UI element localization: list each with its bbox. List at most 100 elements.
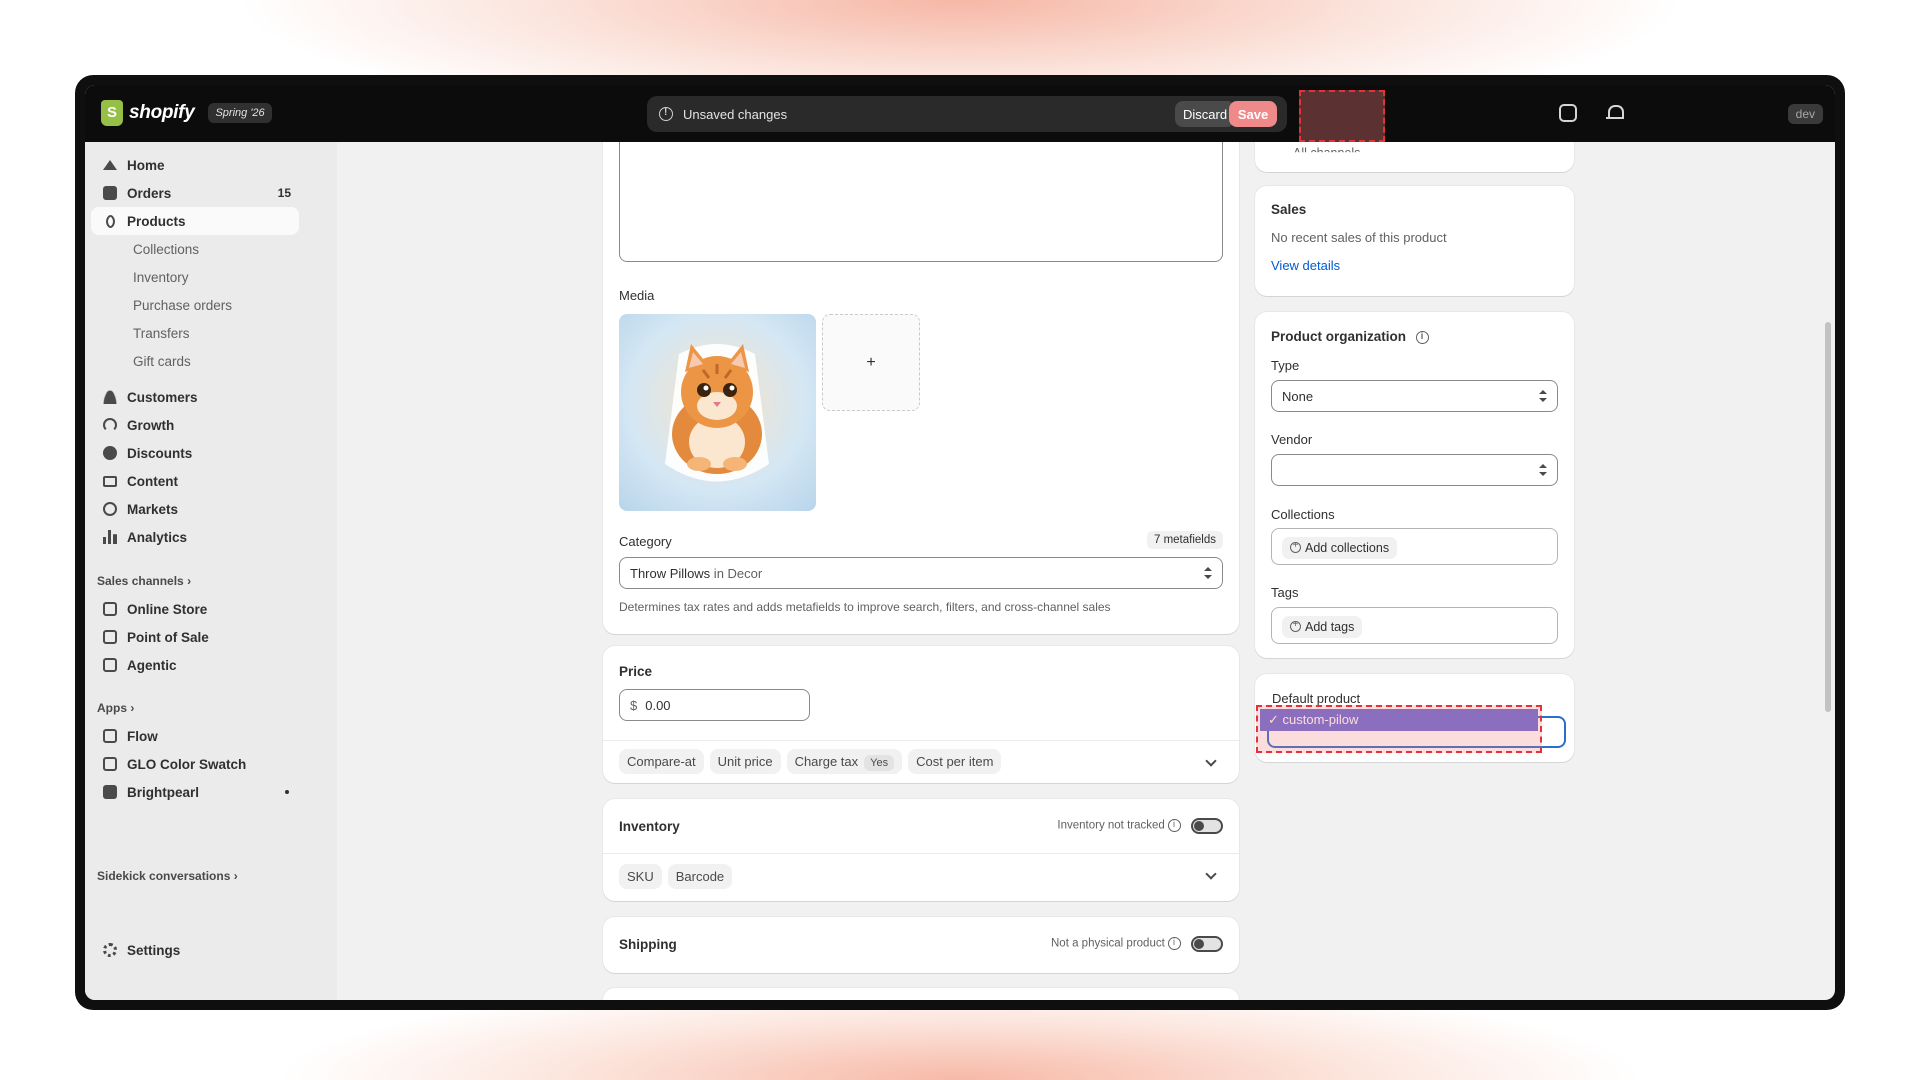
media-label: Media: [619, 288, 655, 303]
dropdown-option-highlight: [1256, 705, 1542, 753]
swatch-app-icon: [103, 757, 117, 771]
sidebar-item-discounts[interactable]: Discounts: [91, 439, 299, 467]
add-collections-chip[interactable]: Add collections: [1282, 537, 1398, 559]
bell-icon[interactable]: [1605, 104, 1624, 122]
physical-product-toggle[interactable]: [1191, 936, 1223, 952]
sidebar-item-glo-color-swatch[interactable]: GLO Color Swatch: [91, 750, 299, 778]
sidebar-item-analytics[interactable]: Analytics: [91, 523, 299, 551]
cost-per-item-pill[interactable]: Cost per item: [908, 749, 1002, 774]
sidebar-item-online-store[interactable]: Online Store: [91, 595, 299, 623]
sidebar-subitem-inventory[interactable]: Inventory: [91, 263, 299, 291]
channels-label: All channels: [1293, 146, 1361, 160]
store-badge[interactable]: dev: [1787, 104, 1823, 124]
info-icon[interactable]: [1415, 330, 1429, 344]
vendor-select[interactable]: [1271, 454, 1558, 486]
divider: [603, 740, 1239, 741]
scrollbar[interactable]: [1825, 322, 1831, 712]
next-card-partial: [603, 988, 1239, 1000]
gear-icon: [103, 943, 117, 957]
view-details-link[interactable]: View details: [1271, 258, 1340, 273]
collections-field[interactable]: Add collections: [1271, 528, 1558, 565]
inventory-tracking-toggle[interactable]: [1191, 818, 1223, 834]
sidebar-item-agentic[interactable]: Agentic: [91, 651, 299, 679]
chevron-right-icon: ›: [187, 574, 192, 588]
chevron-down-icon[interactable]: [1205, 755, 1217, 767]
section-label: Sidekick conversations: [97, 869, 231, 883]
info-icon[interactable]: [1168, 937, 1181, 950]
shipping-status: Not a physical product: [1051, 937, 1181, 950]
publishing-card-partial: All channels: [1255, 142, 1574, 172]
sidebar-item-home[interactable]: Home: [91, 151, 299, 179]
sidebar-item-growth[interactable]: Growth: [91, 411, 299, 439]
sales-channels-heading[interactable]: Sales channels ›: [97, 574, 191, 588]
sidebar-item-label: Orders: [127, 185, 172, 201]
category-select[interactable]: Throw Pillows in Decor: [619, 557, 1223, 589]
unit-price-pill[interactable]: Unit price: [709, 749, 781, 774]
sidebar-item-content[interactable]: Content: [91, 467, 299, 495]
apps-heading[interactable]: Apps ›: [97, 701, 134, 715]
sidebar-subitem-collections[interactable]: Collections: [91, 235, 299, 263]
sku-pill[interactable]: SKU: [619, 864, 662, 889]
metafields-badge[interactable]: 7 metafields: [1146, 531, 1223, 549]
store-icon[interactable]: [1559, 104, 1577, 122]
sidebar-item-point-of-sale[interactable]: Point of Sale: [91, 623, 299, 651]
add-media-button[interactable]: +: [822, 314, 920, 411]
add-tags-chip[interactable]: Add tags: [1282, 616, 1363, 638]
plus-circle-icon: [1290, 540, 1301, 553]
product-organization-title: Product organization: [1271, 329, 1429, 344]
sidebar-item-orders[interactable]: Orders 15: [91, 179, 299, 207]
sidebar-item-flow[interactable]: Flow: [91, 722, 299, 750]
type-value: None: [1282, 388, 1314, 404]
sidebar-item-label: Growth: [127, 417, 175, 433]
sidebar-subitem-transfers[interactable]: Transfers: [91, 319, 299, 347]
category-label: Category: [619, 534, 672, 549]
sales-empty-text: No recent sales of this product: [1271, 230, 1447, 245]
type-label: Type: [1271, 358, 1300, 373]
sidebar-item-label: Online Store: [127, 601, 208, 617]
description-editor[interactable]: [619, 142, 1223, 262]
tags-field[interactable]: Add tags: [1271, 607, 1558, 644]
price-options-row: Compare-at Unit price Charge tax Yes Cost pe…: [619, 749, 1007, 774]
discard-button[interactable]: Discard: [1175, 101, 1235, 127]
tag-icon: [102, 213, 119, 229]
agentic-icon: [103, 658, 117, 672]
shipping-card: Shipping Not a physical product: [603, 917, 1239, 973]
inventory-status: Inventory not tracked: [1057, 819, 1181, 832]
category-help-text: Determines tax rates and adds metafields…: [619, 600, 1111, 614]
price-input[interactable]: $ 0.00: [619, 689, 810, 721]
charge-tax-value: Yes: [864, 755, 895, 771]
sidebar: Home Orders 15 Products Collections Inve…: [85, 142, 337, 1000]
browser-frame: shopify Spring '26 Unsaved changes Disca…: [75, 75, 1845, 1010]
type-select[interactable]: None: [1271, 380, 1558, 412]
person-icon: [103, 390, 117, 404]
sidebar-subitem-purchase-orders[interactable]: Purchase orders: [91, 291, 299, 319]
compare-at-pill[interactable]: Compare-at: [619, 749, 704, 774]
inventory-card: Inventory Inventory not tracked SKUBarco…: [603, 799, 1239, 901]
chevron-down-icon[interactable]: [1205, 868, 1217, 880]
top-bar: shopify Spring '26 Unsaved changes Disca…: [85, 85, 1835, 142]
sidebar-item-markets[interactable]: Markets: [91, 495, 299, 523]
sidebar-subitem-label: Transfers: [133, 325, 190, 341]
sidebar-subitem-label: Purchase orders: [133, 297, 233, 313]
sidebar-item-brightpearl[interactable]: Brightpearl: [91, 778, 299, 806]
sidebar-item-customers[interactable]: Customers: [91, 383, 299, 411]
info-icon[interactable]: [1168, 819, 1181, 832]
sidekick-conversations-heading[interactable]: Sidekick conversations ›: [97, 869, 238, 883]
unread-dot: [285, 790, 289, 794]
sidebar-item-products[interactable]: Products: [91, 207, 299, 235]
sidebar-item-label: Discounts: [127, 445, 193, 461]
sidebar-subitem-label: Collections: [133, 241, 200, 257]
product-organization-title-text: Product organization: [1271, 329, 1406, 344]
product-image-thumbnail[interactable]: [619, 314, 816, 511]
barcode-pill[interactable]: Barcode: [667, 864, 733, 889]
charge-tax-pill[interactable]: Charge tax Yes: [786, 749, 903, 774]
section-label: Sales channels: [97, 574, 184, 588]
shopify-logo[interactable]: shopify Spring '26: [101, 100, 272, 126]
sidebar-item-settings[interactable]: Settings: [91, 936, 299, 964]
sidebar-subitem-gift-cards[interactable]: Gift cards: [91, 347, 299, 375]
save-button[interactable]: Save: [1229, 101, 1277, 127]
category-value: Throw Pillows: [630, 565, 711, 581]
brand-name: shopify: [129, 102, 195, 123]
alert-circle-icon: [659, 107, 673, 121]
sidebar-item-label: Content: [127, 473, 178, 489]
